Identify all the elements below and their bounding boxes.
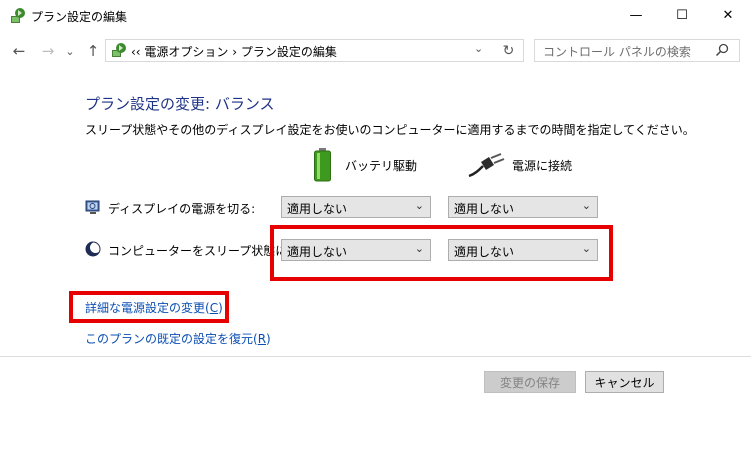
chevron-down-icon: ⌄ bbox=[414, 242, 424, 255]
plugged-column-label: 電源に接続 bbox=[512, 159, 573, 173]
search-input[interactable]: コントロール パネルの検索 bbox=[534, 39, 740, 62]
forward-button[interactable]: → bbox=[38, 41, 58, 61]
monitor-icon bbox=[85, 200, 100, 214]
battery-column-label: バッテリ駆動 bbox=[345, 159, 418, 173]
chevron-down-icon: ⌄ bbox=[581, 242, 591, 255]
chevron-down-icon: ⌄ bbox=[581, 199, 591, 212]
search-icon[interactable] bbox=[715, 43, 729, 57]
display-off-battery-select[interactable]: 適用しない ⌄ bbox=[281, 196, 431, 218]
refresh-icon: ↻ bbox=[502, 42, 515, 59]
select-value: 適用しない bbox=[287, 245, 348, 259]
page-title: プラン設定の変更: バランス bbox=[85, 95, 275, 113]
cancel-button[interactable]: キャンセル bbox=[585, 371, 664, 393]
advanced-settings-link[interactable]: 詳細な電源設定の変更(C) bbox=[85, 299, 223, 316]
battery-icon bbox=[314, 148, 331, 182]
address-dropdown-button[interactable]: ⌄ bbox=[474, 42, 483, 55]
power-options-icon bbox=[112, 43, 126, 57]
back-button[interactable]: ← bbox=[9, 41, 29, 61]
page-description: スリープ状態やその他のディスプレイ設定をお使いのコンピューターに適用するまでの時… bbox=[85, 123, 695, 137]
plug-icon bbox=[468, 153, 505, 178]
moon-icon bbox=[85, 241, 101, 257]
power-options-icon bbox=[11, 8, 25, 23]
select-value: 適用しない bbox=[454, 245, 515, 259]
display-off-plugged-select[interactable]: 適用しない ⌄ bbox=[448, 196, 598, 218]
save-button[interactable]: 変更の保存 bbox=[484, 371, 576, 393]
breadcrumb[interactable]: ‹‹ 電源オプション › プラン設定の編集 bbox=[131, 43, 337, 60]
select-value: 適用しない bbox=[287, 202, 348, 216]
divider bbox=[0, 356, 751, 357]
close-button[interactable]: ✕ bbox=[705, 0, 751, 31]
chevron-down-icon: ⌄ bbox=[414, 199, 424, 212]
refresh-button[interactable]: ↻ bbox=[494, 39, 524, 62]
display-off-label: ディスプレイの電源を切る: bbox=[108, 202, 256, 216]
maximize-button[interactable]: ☐ bbox=[659, 0, 705, 31]
window-title: プラン設定の編集 bbox=[31, 10, 128, 24]
sleep-plugged-select[interactable]: 適用しない ⌄ bbox=[448, 239, 598, 261]
minimize-button[interactable]: — bbox=[613, 0, 659, 31]
sleep-battery-select[interactable]: 適用しない ⌄ bbox=[281, 239, 431, 261]
restore-defaults-link[interactable]: このプランの既定の設定を復元(R) bbox=[85, 330, 271, 347]
select-value: 適用しない bbox=[454, 202, 515, 216]
recent-locations-button[interactable]: ⌄ bbox=[63, 41, 77, 61]
up-button[interactable]: ↑ bbox=[83, 41, 103, 61]
